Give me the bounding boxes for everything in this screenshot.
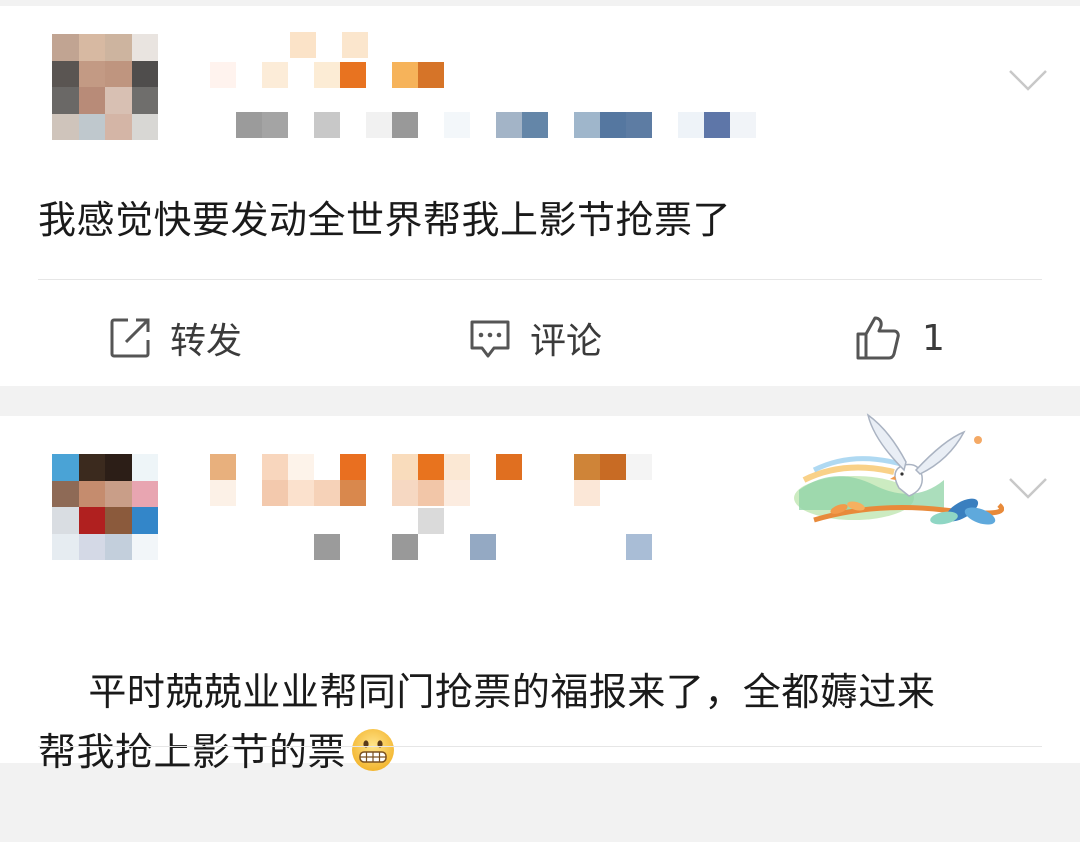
- chevron-down-icon[interactable]: [1008, 476, 1048, 500]
- divider: [38, 279, 1042, 280]
- like-button[interactable]: 1: [854, 308, 945, 368]
- repost-icon: [110, 318, 150, 358]
- post-meta-blurred: [236, 534, 652, 560]
- avatar[interactable]: [52, 34, 158, 140]
- comment-button[interactable]: 评论: [468, 308, 602, 368]
- repost-label: 转发: [170, 321, 243, 362]
- avatar[interactable]: [52, 454, 158, 560]
- repost-button[interactable]: 转发: [108, 308, 242, 368]
- divider: [38, 746, 1042, 747]
- dove-badge-icon: [794, 413, 1004, 525]
- post-text: 我感觉快要发动全世界帮我上影节抢票了: [38, 198, 732, 242]
- chevron-down-icon[interactable]: [1008, 68, 1048, 92]
- like-count: 1: [922, 317, 945, 359]
- comment-icon: [470, 320, 510, 358]
- comment-label: 评论: [530, 321, 603, 362]
- grimacing-face-icon: [352, 729, 395, 771]
- post-text: 平时兢兢业业帮同门抢票的福报来了，全都薅过来 帮我抢上影节的票: [38, 602, 1048, 842]
- post-text-content: 平时兢兢业业帮同门抢票的福报来了，全都薅过来 帮我抢上影节的票: [38, 670, 936, 774]
- post-meta-blurred: [236, 112, 756, 138]
- post-card-1: 我感觉快要发动全世界帮我上影节抢票了 转发 评论 1: [0, 6, 1080, 386]
- thumbs-up-icon: [856, 316, 900, 360]
